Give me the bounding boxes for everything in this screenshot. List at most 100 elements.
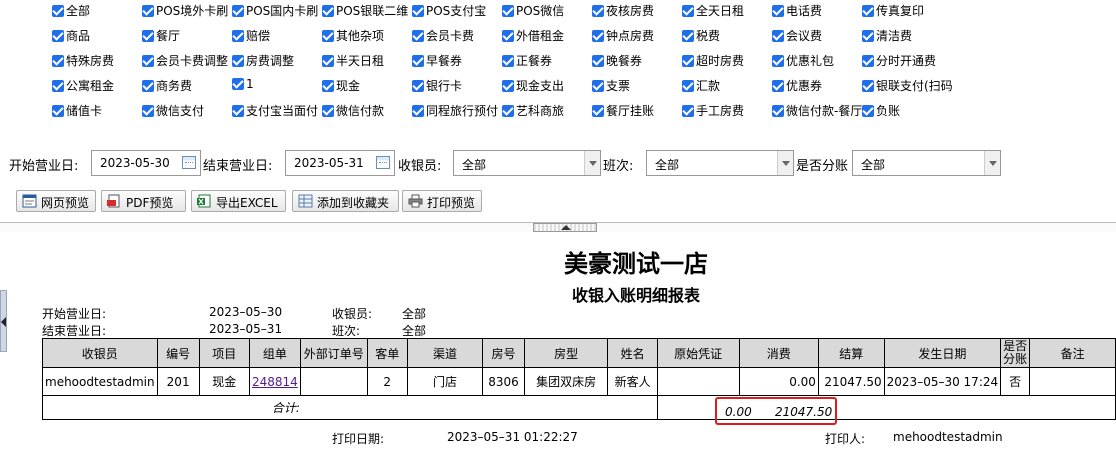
item-checkbox[interactable]: POS支付宝 xyxy=(412,2,502,27)
calendar-icon[interactable] xyxy=(376,156,390,169)
item-checkbox[interactable]: 晚餐券 xyxy=(592,52,682,77)
checkbox-checked-icon[interactable] xyxy=(502,30,514,42)
checkbox-checked-icon[interactable] xyxy=(232,5,244,17)
item-checkbox[interactable]: 会员卡费调整 xyxy=(142,52,232,77)
checkbox-checked-icon[interactable] xyxy=(142,5,154,17)
calendar-icon[interactable] xyxy=(182,156,196,169)
item-checkbox[interactable]: 艺科商旅 xyxy=(502,102,592,127)
item-checkbox[interactable]: 赔偿 xyxy=(232,27,322,52)
checkbox-checked-icon[interactable] xyxy=(502,80,514,92)
checkbox-checked-icon[interactable] xyxy=(52,105,64,117)
checkbox-checked-icon[interactable] xyxy=(322,5,334,17)
item-checkbox[interactable]: 现金支出 xyxy=(502,77,592,102)
item-checkbox[interactable]: 支付宝当面付 xyxy=(232,102,322,127)
item-checkbox[interactable]: 特殊房费 xyxy=(52,52,142,77)
checkbox-checked-icon[interactable] xyxy=(592,80,604,92)
item-checkbox[interactable]: POS境外卡刷 xyxy=(142,2,232,27)
checkbox-checked-icon[interactable] xyxy=(502,55,514,67)
checkbox-checked-icon[interactable] xyxy=(52,30,64,42)
item-checkbox[interactable]: POS银联二维 xyxy=(322,2,412,27)
checkbox-checked-icon[interactable] xyxy=(52,80,64,92)
item-checkbox[interactable]: 汇款 xyxy=(682,77,772,102)
checkbox-checked-icon[interactable] xyxy=(862,55,874,67)
item-checkbox[interactable]: 餐厅 xyxy=(142,27,232,52)
item-checkbox[interactable]: 商品 xyxy=(52,27,142,52)
item-checkbox[interactable]: 支票 xyxy=(592,77,682,102)
item-checkbox[interactable]: 半天日租 xyxy=(322,52,412,77)
checkbox-checked-icon[interactable] xyxy=(412,5,424,17)
side-collapse-icon[interactable] xyxy=(0,290,7,352)
checkbox-checked-icon[interactable] xyxy=(682,55,694,67)
split-account-select[interactable]: 全部 xyxy=(852,150,1001,176)
collapse-up-icon[interactable] xyxy=(533,223,597,232)
item-checkbox[interactable]: 传真复印 xyxy=(862,2,952,27)
shift-select[interactable]: 全部 xyxy=(646,150,794,176)
item-checkbox[interactable]: 房费调整 xyxy=(232,52,322,77)
item-checkbox[interactable]: 电话费 xyxy=(772,2,862,27)
checkbox-checked-icon[interactable] xyxy=(592,55,604,67)
print-preview-button[interactable]: 打印预览 xyxy=(402,190,482,212)
item-checkbox[interactable]: 正餐券 xyxy=(502,52,592,77)
item-checkbox[interactable]: 银行卡 xyxy=(412,77,502,102)
item-checkbox[interactable]: 负账 xyxy=(862,102,952,127)
checkbox-checked-icon[interactable] xyxy=(142,105,154,117)
checkbox-checked-icon[interactable] xyxy=(862,105,874,117)
item-checkbox[interactable]: POS微信 xyxy=(502,2,592,27)
item-checkbox[interactable]: 公寓租金 xyxy=(52,77,142,102)
item-checkbox[interactable]: 优惠礼包 xyxy=(772,52,862,77)
item-checkbox[interactable]: 其他杂项 xyxy=(322,27,412,52)
checkbox-checked-icon[interactable] xyxy=(412,80,424,92)
panel-splitter[interactable] xyxy=(0,222,1116,232)
add-favorite-button[interactable]: 添加到收藏夹 xyxy=(292,190,399,212)
checkbox-checked-icon[interactable] xyxy=(682,30,694,42)
item-checkbox[interactable]: 清洁费 xyxy=(862,27,952,52)
item-checkbox[interactable]: 餐厅挂账 xyxy=(592,102,682,127)
checkbox-checked-icon[interactable] xyxy=(592,105,604,117)
checkbox-checked-icon[interactable] xyxy=(142,30,154,42)
checkbox-checked-icon[interactable] xyxy=(232,78,244,90)
checkbox-checked-icon[interactable] xyxy=(502,5,514,17)
checkbox-checked-icon[interactable] xyxy=(592,5,604,17)
web-preview-button[interactable]: 网页预览 xyxy=(16,190,96,212)
checkbox-checked-icon[interactable] xyxy=(772,55,784,67)
checkbox-checked-icon[interactable] xyxy=(322,55,334,67)
checkbox-checked-icon[interactable] xyxy=(232,30,244,42)
item-checkbox[interactable]: 夜核房费 xyxy=(592,2,682,27)
item-checkbox[interactable]: 微信付款 xyxy=(322,102,412,127)
checkbox-checked-icon[interactable] xyxy=(862,30,874,42)
checkbox-checked-icon[interactable] xyxy=(682,80,694,92)
checkbox-checked-icon[interactable] xyxy=(772,5,784,17)
cashier-select[interactable]: 全部 xyxy=(453,150,601,176)
checkbox-checked-icon[interactable] xyxy=(232,55,244,67)
checkbox-checked-icon[interactable] xyxy=(772,105,784,117)
item-checkbox[interactable]: 税费 xyxy=(682,27,772,52)
checkbox-checked-icon[interactable] xyxy=(592,30,604,42)
checkbox-checked-icon[interactable] xyxy=(232,105,244,117)
item-checkbox[interactable]: 微信付款-餐厅 xyxy=(772,102,862,127)
item-checkbox[interactable]: 商务费 xyxy=(142,77,232,102)
item-checkbox[interactable]: 储值卡 xyxy=(52,102,142,127)
item-checkbox[interactable]: 早餐券 xyxy=(412,52,502,77)
item-checkbox[interactable]: 全部 xyxy=(52,2,142,27)
checkbox-checked-icon[interactable] xyxy=(682,105,694,117)
checkbox-checked-icon[interactable] xyxy=(322,105,334,117)
item-checkbox[interactable]: 优惠券 xyxy=(772,77,862,102)
checkbox-checked-icon[interactable] xyxy=(142,80,154,92)
chevron-down-icon[interactable] xyxy=(777,151,793,175)
checkbox-checked-icon[interactable] xyxy=(862,80,874,92)
item-checkbox[interactable]: 外借租金 xyxy=(502,27,592,52)
item-checkbox[interactable]: 全天日租 xyxy=(682,2,772,27)
item-checkbox[interactable]: 现金 xyxy=(322,77,412,102)
checkbox-checked-icon[interactable] xyxy=(862,5,874,17)
chevron-down-icon[interactable] xyxy=(984,151,1000,175)
item-checkbox[interactable]: 微信支付 xyxy=(142,102,232,127)
checkbox-checked-icon[interactable] xyxy=(412,55,424,67)
group-order-link[interactable]: 248814 xyxy=(252,375,298,389)
checkbox-checked-icon[interactable] xyxy=(52,55,64,67)
item-checkbox[interactable]: 会议费 xyxy=(772,27,862,52)
checkbox-checked-icon[interactable] xyxy=(502,105,514,117)
chevron-down-icon[interactable] xyxy=(584,151,600,175)
item-checkbox[interactable]: 会员卡费 xyxy=(412,27,502,52)
checkbox-checked-icon[interactable] xyxy=(412,105,424,117)
checkbox-checked-icon[interactable] xyxy=(772,80,784,92)
